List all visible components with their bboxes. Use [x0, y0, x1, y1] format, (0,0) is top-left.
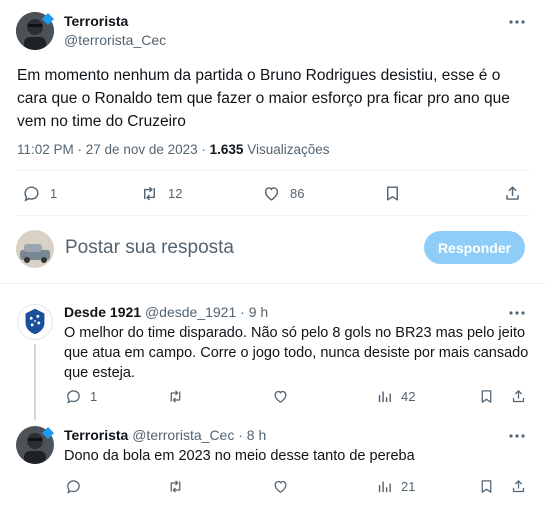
- reply-header: Terrorista @terrorista_Cec · 8 h: [64, 427, 266, 443]
- reply-like-button[interactable]: [272, 388, 289, 405]
- views-count: 1.635: [209, 142, 244, 157]
- bookmark-button[interactable]: [383, 184, 402, 203]
- retweet-count: 12: [168, 186, 183, 201]
- reply-submit-button[interactable]: Responder: [424, 231, 525, 264]
- author-handle[interactable]: @terrorista_Cec: [64, 32, 166, 48]
- reply-author-name[interactable]: Terrorista: [64, 427, 128, 443]
- reply-reply-button[interactable]: [65, 478, 82, 495]
- reply-text: O melhor do time disparado. Não só pelo …: [64, 323, 534, 383]
- bookmark-icon: [387, 186, 398, 201]
- reply-bookmark-button[interactable]: [478, 388, 495, 405]
- tweet-meta: 11:02 PM · 27 de nov de 2023 · 1.635 Vis…: [17, 142, 330, 157]
- reply-bookmark-button[interactable]: [478, 478, 495, 495]
- tweet-text-line: vem no time do Cruzeiro: [17, 113, 186, 130]
- reply-author-handle[interactable]: @terrorista_Cec: [132, 427, 234, 443]
- reply-share-button[interactable]: [510, 478, 527, 495]
- tweet-text: Em momento nenhum da partida o Bruno Rod…: [17, 64, 537, 133]
- reply-views-count: 42: [401, 389, 416, 404]
- reply-text-line: Dono da bola em 2023 no meio desse tanto…: [64, 448, 415, 464]
- reply-views-count: 21: [401, 479, 416, 494]
- author-name[interactable]: Terrorista: [64, 13, 128, 29]
- reply-button[interactable]: 1: [22, 184, 57, 203]
- reply-text-line: que atua em campo. Corre o jogo todo, nu…: [64, 345, 529, 361]
- retweet-icon: [170, 480, 181, 493]
- more-options-icon[interactable]: [507, 426, 527, 446]
- like-button[interactable]: 86: [262, 184, 304, 203]
- reply-author-handle[interactable]: @desde_1921: [145, 304, 236, 320]
- reply-icon: [67, 480, 80, 494]
- tweet-timestamp[interactable]: 11:02 PM · 27 de nov de 2023 ·: [17, 142, 210, 157]
- bookmark-icon: [481, 390, 492, 403]
- reply-text-line: O melhor do time disparado. Não só pelo …: [64, 325, 526, 341]
- reply-icon: [24, 186, 39, 202]
- more-options-icon[interactable]: [507, 12, 527, 32]
- reply-like-button[interactable]: [272, 478, 289, 495]
- verified-badge-icon: [42, 426, 54, 439]
- heart-icon: [264, 187, 279, 201]
- reply-author-name[interactable]: Desde 1921: [64, 304, 141, 320]
- like-count: 86: [290, 186, 305, 201]
- reply-views-button[interactable]: 42: [376, 388, 415, 405]
- tweet-text-line: cara que o Ronaldo tem que fazer o maior…: [17, 90, 510, 107]
- reply-retweet-button[interactable]: [167, 388, 184, 405]
- reply-retweet-button[interactable]: [167, 478, 184, 495]
- reply-views-button[interactable]: 21: [376, 478, 415, 495]
- reply-reply-button[interactable]: 1: [65, 388, 97, 405]
- heart-icon: [274, 480, 287, 493]
- reply-share-button[interactable]: [510, 388, 527, 405]
- retweet-icon: [144, 186, 155, 201]
- reply-text-line: que esteja.: [64, 365, 135, 381]
- retweet-button[interactable]: 12: [140, 184, 182, 203]
- verified-badge-icon: [42, 12, 54, 25]
- reply-header: Desde 1921 @desde_1921 · 9 h: [64, 304, 268, 320]
- reply-time[interactable]: · 8 h: [238, 427, 266, 443]
- reply-avatar[interactable]: [17, 304, 53, 340]
- share-icon: [512, 480, 525, 493]
- tweet-text-line: Em momento nenhum da partida o Bruno Rod…: [17, 67, 501, 84]
- share-icon: [506, 186, 519, 200]
- share-icon: [512, 390, 525, 403]
- analytics-icon: [378, 481, 391, 493]
- analytics-icon: [378, 391, 391, 403]
- reply-count: 1: [50, 186, 58, 201]
- more-options-icon[interactable]: [507, 303, 527, 323]
- reply-reply-count: 1: [90, 389, 98, 404]
- reply-composer-input[interactable]: Postar sua resposta: [65, 237, 234, 259]
- reply-icon: [67, 390, 80, 404]
- reply-time[interactable]: · 9 h: [240, 304, 268, 320]
- thread-line: [34, 344, 36, 420]
- views-label: Visualizações: [243, 142, 330, 157]
- reply-text: Dono da bola em 2023 no meio desse tanto…: [64, 446, 534, 466]
- bookmark-icon: [481, 480, 492, 493]
- retweet-icon: [170, 390, 181, 403]
- user-avatar[interactable]: [16, 230, 54, 268]
- heart-icon: [274, 390, 287, 403]
- share-button[interactable]: [503, 184, 522, 203]
